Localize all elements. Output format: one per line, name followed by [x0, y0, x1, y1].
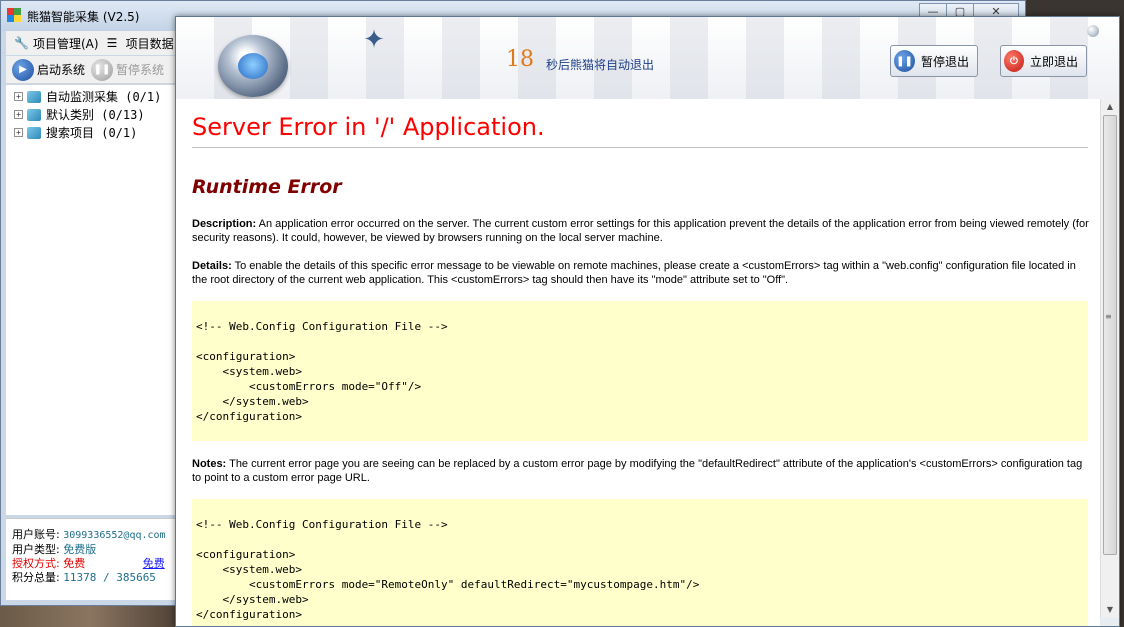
code-block-1: <!-- Web.Config Configuration File --> <…: [192, 301, 1088, 441]
details-paragraph: Details: To enable the details of this s…: [192, 259, 1092, 287]
notes-text: The current error page you are seeing ca…: [192, 458, 1083, 484]
folder-icon: [27, 126, 41, 139]
tree-item-label: 自动监测采集 (0/1): [46, 90, 162, 104]
window-title: 熊猫智能采集 (V2.5): [27, 10, 140, 24]
tree-item[interactable]: + 搜索项目 (0/1): [14, 124, 137, 141]
grip-icon: ≡: [1105, 312, 1112, 321]
points-label: 积分总量:: [12, 571, 60, 584]
details-label: Details:: [192, 260, 232, 272]
user-info-panel: 用户账号: 3099336552@qq.com 用户类型: 免费版 授权方式: …: [6, 518, 178, 600]
exit-now-label: 立即退出: [1029, 54, 1078, 69]
scroll-up-icon[interactable]: ▲: [1104, 101, 1116, 113]
menu-item-label: 项目管理(A): [33, 36, 99, 51]
user-type-row: 用户类型: 免费版: [12, 543, 178, 557]
code-block-2: <!-- Web.Config Configuration File --> <…: [192, 499, 1088, 626]
app-logo-icon: [7, 8, 21, 22]
pause-icon: ❚❚: [91, 58, 114, 81]
folder-icon: [27, 90, 41, 103]
exit-dialog: ✦ 18 秒后熊猫将自动退出 ❚❚ 暂停退出 ⏻ 立即退出 Server Err…: [175, 16, 1120, 627]
pause-exit-label: 暂停退出: [920, 54, 969, 69]
scrollbar-thumb[interactable]: [1103, 115, 1117, 555]
panda-logo-icon: [218, 35, 288, 97]
menu-item-label: 项目数据: [125, 36, 174, 51]
page-title: Server Error in '/' Application.: [192, 113, 545, 141]
notes-label: Notes:: [192, 458, 227, 470]
expand-icon[interactable]: +: [14, 110, 23, 119]
tree-item[interactable]: + 自动监测采集 (0/1): [14, 88, 161, 105]
pause-system-label: 暂停系统: [116, 63, 165, 77]
folder-icon: [27, 108, 41, 121]
sparkle-icon: ✦: [363, 25, 385, 55]
wrench-icon: 🔧: [14, 36, 29, 50]
list-icon: ☰: [106, 36, 118, 50]
description-paragraph: Description: An application error occurr…: [192, 217, 1092, 245]
account-label: 用户账号:: [12, 528, 60, 541]
start-system-button[interactable]: ▶ 启动系统: [12, 58, 86, 81]
toolbar: ▶ 启动系统 ❚❚ 暂停系统: [6, 56, 178, 84]
countdown-text: 秒后熊猫将自动退出: [546, 58, 655, 72]
menu-bar: 🔧 项目管理(A) ☰ 项目数据: [6, 31, 178, 55]
expand-icon[interactable]: +: [14, 92, 23, 101]
divider: [192, 147, 1088, 148]
exit-now-button[interactable]: ⏻ 立即退出: [1000, 45, 1087, 77]
expand-icon[interactable]: +: [14, 128, 23, 137]
auth-link[interactable]: 免费: [143, 557, 165, 570]
power-icon: ⏻: [1004, 50, 1024, 72]
auth-label: 授权方式:: [12, 557, 60, 570]
user-account-row: 用户账号: 3099336552@qq.com: [12, 528, 178, 543]
countdown-number: 18: [506, 47, 534, 72]
type-label: 用户类型:: [12, 543, 60, 556]
notes-paragraph: Notes: The current error page you are se…: [192, 457, 1092, 485]
decorative-ball-icon: [1087, 25, 1099, 37]
menu-project-management[interactable]: 🔧 项目管理(A): [14, 35, 99, 52]
project-tree: + 自动监测采集 (0/1) + 默认类别 (0/13) + 搜索项目 (0/1…: [6, 85, 178, 515]
points-row: 积分总量: 11378 / 385665: [12, 571, 178, 585]
type-value: 免费版: [63, 543, 97, 556]
pause-system-button[interactable]: ❚❚ 暂停系统: [91, 58, 165, 81]
scroll-down-icon[interactable]: ▼: [1104, 604, 1116, 616]
pause-icon: ❚❚: [894, 50, 915, 72]
tree-item[interactable]: + 默认类别 (0/13): [14, 106, 145, 123]
pause-exit-button[interactable]: ❚❚ 暂停退出: [890, 45, 978, 77]
description-text: An application error occurred on the ser…: [192, 218, 1089, 244]
auth-value: 免费: [63, 557, 86, 570]
menu-project-data[interactable]: ☰ 项目数据: [107, 35, 174, 52]
points-value: 11378 / 385665: [63, 571, 156, 584]
description-label: Description:: [192, 218, 257, 230]
auth-row: 授权方式: 免费 免费: [12, 557, 178, 571]
play-icon: ▶: [12, 58, 34, 81]
details-text: To enable the details of this specific e…: [192, 260, 1076, 286]
tree-item-label: 默认类别 (0/13): [46, 108, 145, 122]
browser-content: Server Error in '/' Application. Runtime…: [176, 99, 1100, 626]
tree-item-label: 搜索项目 (0/1): [46, 126, 138, 140]
vertical-scrollbar[interactable]: ▲ ≡ ▼: [1100, 99, 1119, 618]
start-system-label: 启动系统: [37, 63, 86, 77]
dialog-header: ✦ 18 秒后熊猫将自动退出 ❚❚ 暂停退出 ⏻ 立即退出: [176, 17, 1119, 99]
page-subtitle: Runtime Error: [192, 176, 342, 198]
account-value: 3099336552@qq.com: [63, 530, 166, 541]
